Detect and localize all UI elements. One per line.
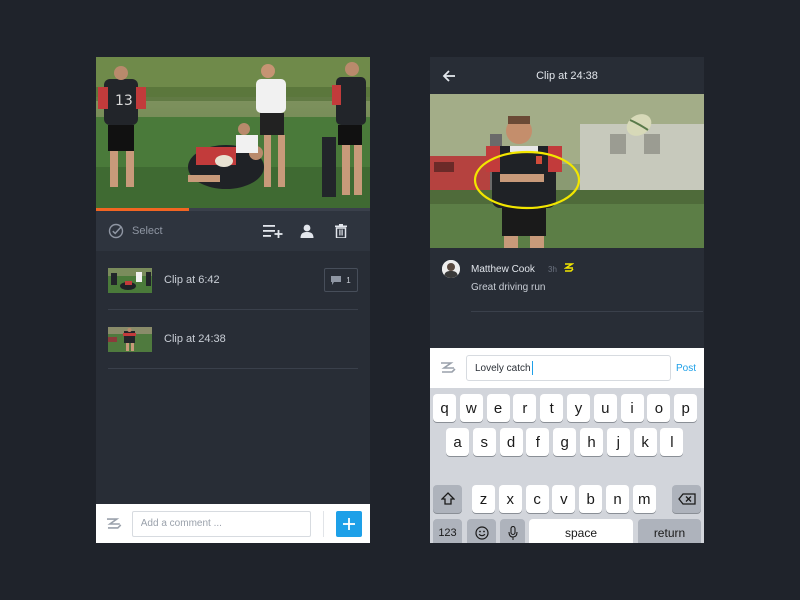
add-to-playlist-button[interactable] bbox=[256, 217, 290, 245]
tag-player-button[interactable] bbox=[290, 217, 324, 245]
rugby-catch-image bbox=[430, 94, 704, 248]
key-r[interactable]: r bbox=[513, 394, 537, 422]
select-button[interactable]: Select bbox=[108, 223, 163, 239]
select-label: Select bbox=[132, 225, 163, 237]
key-v[interactable]: v bbox=[552, 485, 576, 513]
microphone-key[interactable] bbox=[500, 519, 525, 543]
comment-count-badge[interactable]: 1 bbox=[324, 268, 358, 292]
header: Clip at 24:38 bbox=[430, 57, 704, 94]
annotated-frame[interactable] bbox=[430, 94, 704, 248]
clip-row[interactable]: Clip at 24:38 bbox=[108, 310, 358, 369]
key-z[interactable]: z bbox=[472, 485, 495, 513]
clip-list: Clip at 6:42 1 Clip at 24:38 bbox=[96, 251, 370, 369]
key-w[interactable]: w bbox=[459, 394, 483, 422]
person-icon bbox=[300, 224, 314, 238]
page-title: Clip at 24:38 bbox=[536, 69, 598, 82]
backspace-key[interactable] bbox=[672, 485, 701, 513]
post-button[interactable]: Post bbox=[676, 363, 696, 374]
delete-button[interactable] bbox=[324, 217, 358, 245]
trash-icon bbox=[335, 224, 347, 238]
comment-text: Great driving run bbox=[471, 282, 546, 293]
back-button[interactable] bbox=[440, 67, 458, 85]
key-l[interactable]: l bbox=[660, 428, 684, 456]
reply-input[interactable]: Lovely catch bbox=[466, 355, 671, 381]
source-logo-icon bbox=[564, 263, 574, 272]
arrow-left-icon bbox=[442, 70, 455, 82]
app-logo-icon bbox=[106, 517, 122, 529]
check-circle-icon bbox=[108, 223, 124, 239]
reply-input-value: Lovely catch bbox=[475, 362, 531, 374]
return-key[interactable]: return bbox=[638, 519, 701, 543]
key-b[interactable]: b bbox=[579, 485, 603, 513]
clip-list-screen: 13 Select Clip at 6:42 1 Clip at 24:38 A… bbox=[96, 57, 370, 543]
microphone-icon bbox=[507, 525, 518, 540]
text-caret bbox=[531, 361, 534, 375]
app-logo-icon bbox=[441, 362, 456, 373]
key-s[interactable]: s bbox=[472, 428, 496, 456]
key-u[interactable]: u bbox=[593, 394, 617, 422]
add-to-playlist-icon bbox=[263, 225, 283, 238]
on-screen-keyboard: 123 space return qwertyuiop asdfghjkl zxcv… bbox=[430, 388, 704, 543]
comment-input[interactable] bbox=[131, 510, 312, 537]
composer-divider bbox=[323, 510, 325, 537]
plus-icon bbox=[343, 517, 356, 530]
key-c[interactable]: c bbox=[525, 485, 549, 513]
backspace-icon bbox=[677, 493, 696, 505]
key-a[interactable]: a bbox=[446, 428, 469, 456]
key-f[interactable]: f bbox=[526, 428, 550, 456]
comment-time: 3h bbox=[548, 265, 557, 274]
key-k[interactable]: k bbox=[633, 428, 657, 456]
reply-composer: Lovely catch Post bbox=[430, 348, 704, 388]
rugby-tackle-image: 13 bbox=[96, 57, 370, 211]
clip-row[interactable]: Clip at 6:42 1 bbox=[108, 251, 358, 310]
clip-thumbnail bbox=[108, 326, 152, 352]
speech-bubble-icon bbox=[331, 275, 342, 285]
key-t[interactable]: t bbox=[540, 394, 564, 422]
comment-author[interactable]: Matthew Cook bbox=[471, 264, 535, 275]
key-n[interactable]: n bbox=[606, 485, 629, 513]
key-q[interactable]: q bbox=[433, 394, 456, 422]
comment-divider bbox=[471, 311, 703, 312]
clip-title: Clip at 24:38 bbox=[164, 333, 226, 345]
comment-count: 1 bbox=[346, 275, 351, 285]
numbers-key[interactable]: 123 bbox=[433, 519, 462, 543]
key-g[interactable]: g bbox=[553, 428, 577, 456]
key-y[interactable]: y bbox=[567, 394, 590, 422]
shift-key[interactable] bbox=[433, 485, 462, 513]
key-p[interactable]: p bbox=[674, 394, 698, 422]
clip-title: Clip at 6:42 bbox=[164, 274, 220, 286]
clip-detail-screen: Clip at 24:38 Matthew Cook 3h Great driv… bbox=[430, 57, 704, 543]
key-m[interactable]: m bbox=[632, 485, 656, 513]
space-key[interactable]: space bbox=[529, 519, 633, 543]
clip-toolbar: Select bbox=[96, 211, 370, 251]
key-j[interactable]: j bbox=[606, 428, 630, 456]
emoji-icon bbox=[474, 526, 489, 540]
key-o[interactable]: o bbox=[647, 394, 671, 422]
emoji-key[interactable] bbox=[467, 519, 496, 543]
video-player[interactable]: 13 bbox=[96, 57, 370, 211]
key-h[interactable]: h bbox=[580, 428, 603, 456]
clip-thumbnail bbox=[108, 267, 152, 293]
shift-icon bbox=[440, 492, 455, 505]
comment-composer bbox=[96, 504, 370, 543]
key-x[interactable]: x bbox=[498, 485, 522, 513]
avatar[interactable] bbox=[442, 260, 460, 278]
add-button[interactable] bbox=[336, 510, 362, 537]
svg-text:13: 13 bbox=[115, 93, 133, 109]
key-e[interactable]: e bbox=[486, 394, 510, 422]
key-i[interactable]: i bbox=[620, 394, 644, 422]
key-d[interactable]: d bbox=[499, 428, 523, 456]
